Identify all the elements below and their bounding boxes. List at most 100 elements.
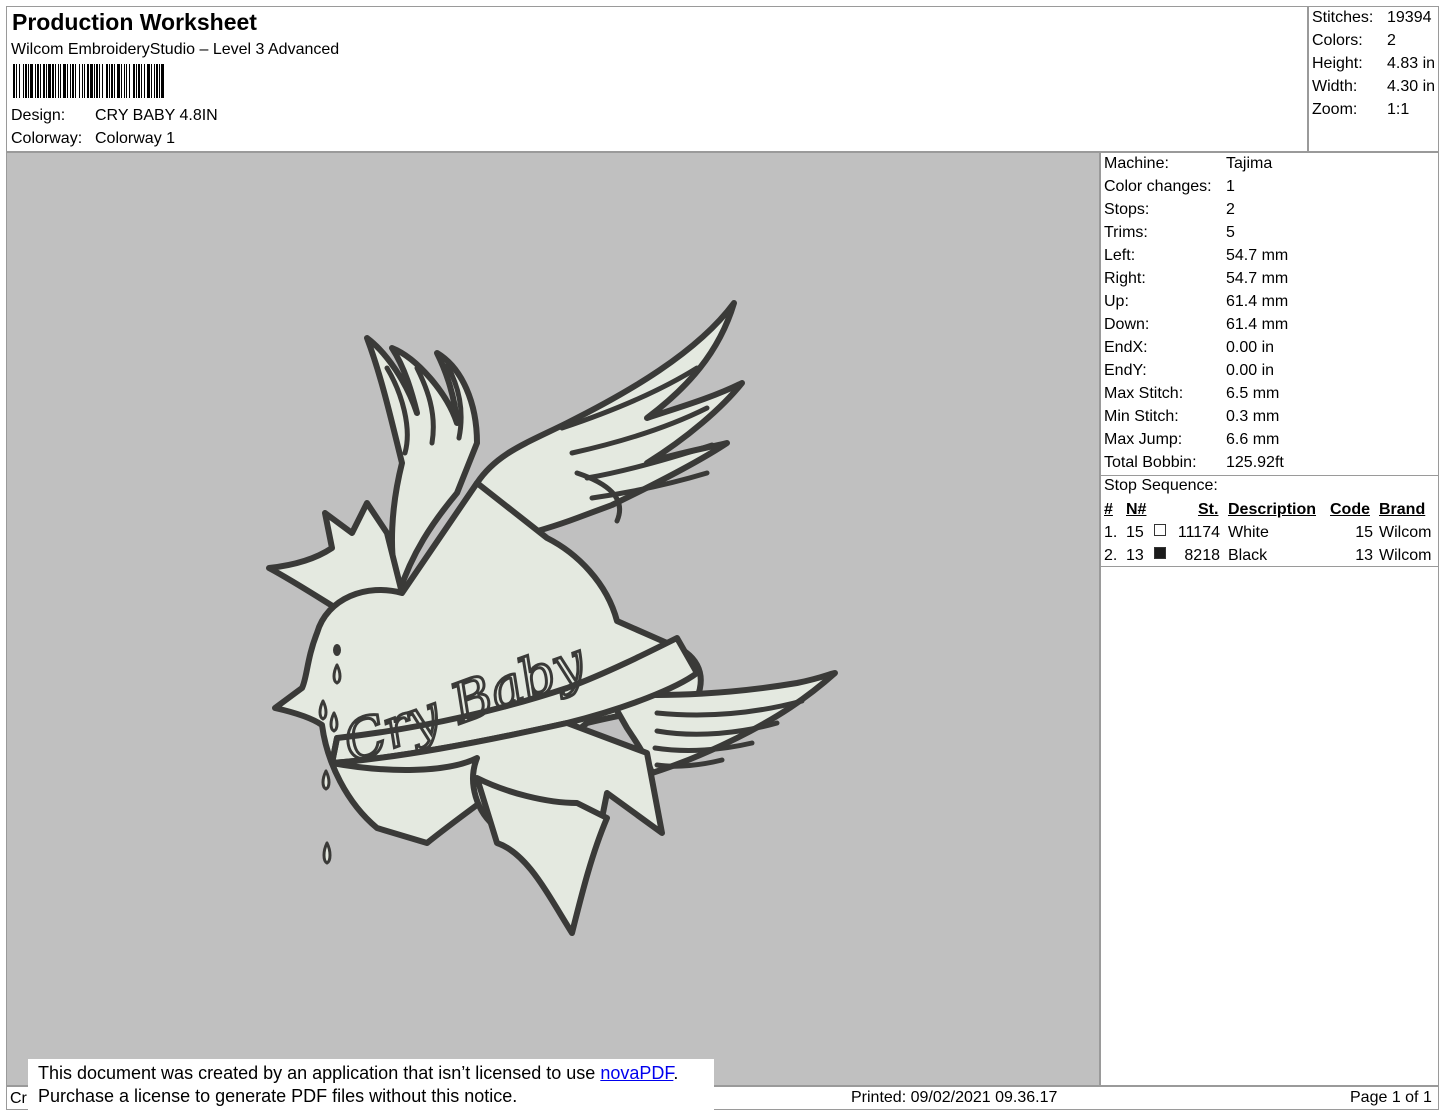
row-num: 2. bbox=[1104, 547, 1118, 564]
barcode-bar bbox=[106, 64, 108, 98]
row-brand: Wilcom bbox=[1379, 547, 1432, 564]
colorway-value: Colorway 1 bbox=[95, 130, 176, 147]
stitches-value: 19394 bbox=[1387, 9, 1432, 26]
barcode-bar bbox=[48, 64, 51, 98]
barcode-bar bbox=[82, 64, 83, 98]
design-value: CRY BABY 4.8IN bbox=[95, 107, 218, 124]
info-value: 2 bbox=[1226, 201, 1235, 218]
notice-line-2: Purchase a license to generate PDF files… bbox=[38, 1086, 518, 1106]
col-num: # bbox=[1104, 501, 1113, 518]
barcode-bar bbox=[23, 64, 24, 98]
barcode-bar bbox=[75, 64, 76, 98]
barcode-bar bbox=[35, 64, 36, 98]
info-value: 61.4 mm bbox=[1226, 293, 1289, 310]
barcode bbox=[13, 64, 164, 98]
barcode-bar bbox=[99, 64, 100, 98]
barcode-bar bbox=[60, 64, 61, 98]
info-value: 54.7 mm bbox=[1226, 247, 1289, 264]
design-row: Design: CRY BABY 4.8IN bbox=[11, 107, 411, 127]
notice-prefix: This document was created by an applicat… bbox=[38, 1063, 601, 1083]
barcode-bar bbox=[94, 64, 95, 98]
barcode-bar bbox=[102, 64, 103, 98]
barcode-bar bbox=[63, 64, 66, 98]
col-needle: N# bbox=[1126, 501, 1147, 518]
novapdf-link[interactable]: novaPDF bbox=[600, 1063, 673, 1083]
barcode-bar bbox=[147, 64, 150, 98]
colors-label: Colors: bbox=[1312, 32, 1363, 49]
barcode-bar bbox=[151, 64, 152, 98]
width-value: 4.30 in bbox=[1387, 78, 1436, 95]
barcode-bar bbox=[126, 64, 127, 98]
row-description: White bbox=[1228, 524, 1269, 541]
barcode-bar bbox=[52, 64, 54, 98]
barcode-bar bbox=[117, 64, 120, 98]
page-title: Production Worksheet bbox=[12, 9, 257, 35]
barcode-bar bbox=[124, 64, 125, 98]
info-label: Trims: bbox=[1104, 224, 1148, 241]
info-label: Max Stitch: bbox=[1104, 385, 1184, 402]
tear-drop bbox=[318, 699, 328, 721]
barcode-bar bbox=[114, 64, 115, 98]
info-label: Left: bbox=[1104, 247, 1136, 264]
barcode-bar bbox=[138, 64, 140, 98]
barcode-bar bbox=[133, 64, 135, 98]
height-label: Height: bbox=[1312, 55, 1363, 72]
printed-timestamp: Printed: 09/02/2021 09.36.17 bbox=[851, 1089, 1058, 1106]
design-canvas: Cry Baby bbox=[6, 152, 1100, 1086]
stop-sequence-title: Stop Sequence: bbox=[1104, 477, 1218, 494]
info-label: Total Bobbin: bbox=[1104, 454, 1197, 471]
page-number: Page 1 of 1 bbox=[1350, 1089, 1432, 1106]
info-label: EndX: bbox=[1104, 339, 1148, 356]
info-label: Down: bbox=[1104, 316, 1150, 333]
row-needle: 13 bbox=[1126, 547, 1144, 564]
barcode-bar bbox=[129, 64, 130, 98]
zoom-value: 1:1 bbox=[1387, 101, 1410, 118]
barcode-bar bbox=[19, 64, 20, 98]
barcode-bar bbox=[25, 64, 27, 98]
stitches-label: Stitches: bbox=[1312, 9, 1374, 26]
barcode-bar bbox=[161, 64, 164, 98]
barcode-bar bbox=[37, 64, 39, 98]
colors-value: 2 bbox=[1387, 32, 1396, 49]
info-value: 6.6 mm bbox=[1226, 431, 1280, 448]
height-value: 4.83 in bbox=[1387, 55, 1436, 72]
barcode-bar bbox=[121, 64, 122, 98]
barcode-bar bbox=[159, 64, 160, 98]
row-num: 1. bbox=[1104, 524, 1118, 541]
barcode-bar bbox=[58, 64, 59, 98]
barcode-bar bbox=[40, 64, 41, 98]
divider bbox=[1101, 475, 1438, 476]
barcode-bar bbox=[70, 64, 71, 98]
barcode-bar bbox=[79, 64, 80, 98]
barcode-bar bbox=[28, 64, 29, 98]
colorway-label: Colorway: bbox=[11, 130, 83, 147]
summary-panel: Stitches: 19394 Colors: 2 Height: 4.83 i… bbox=[1308, 6, 1439, 152]
barcode-bar bbox=[136, 64, 137, 98]
info-value: 0.3 mm bbox=[1226, 408, 1280, 425]
barcode-bar bbox=[55, 64, 56, 98]
barcode-bar bbox=[109, 64, 110, 98]
col-brand: Brand bbox=[1379, 501, 1426, 518]
color-swatch bbox=[1154, 547, 1166, 559]
row-code: 15 bbox=[1355, 524, 1373, 541]
barcode-bar bbox=[154, 64, 155, 98]
barcode-bar bbox=[16, 64, 17, 98]
design-label: Design: bbox=[11, 107, 66, 124]
info-label: Up: bbox=[1104, 293, 1129, 310]
machine-info-panel: Machine: Tajima Color changes: 1 Stops: 2 Trim… bbox=[1100, 152, 1439, 1086]
row-brand: Wilcom bbox=[1379, 524, 1432, 541]
info-value: Tajima bbox=[1226, 155, 1273, 172]
info-label: EndY: bbox=[1104, 362, 1147, 379]
info-label: Max Jump: bbox=[1104, 431, 1183, 448]
info-value: 0.00 in bbox=[1226, 362, 1275, 379]
barcode-bar bbox=[46, 64, 47, 98]
row-stitches: 11174 bbox=[1177, 524, 1220, 541]
footer-text-truncated: Cr bbox=[10, 1090, 27, 1107]
barcode-bar bbox=[84, 64, 85, 98]
barcode-bar bbox=[13, 64, 15, 98]
barcode-bar bbox=[72, 64, 74, 98]
row-description: Black bbox=[1228, 547, 1268, 564]
divider bbox=[1101, 566, 1438, 567]
barcode-bar bbox=[156, 64, 158, 98]
barcode-bar bbox=[141, 64, 142, 98]
